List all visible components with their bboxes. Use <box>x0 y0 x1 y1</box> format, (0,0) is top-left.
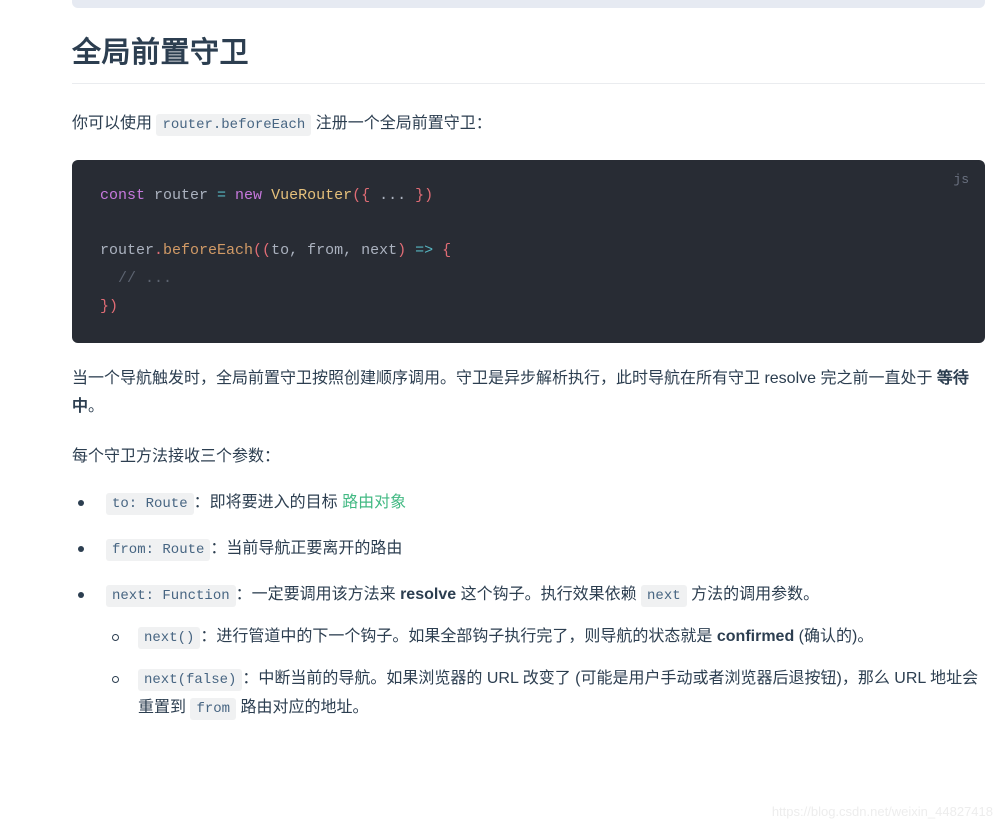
code-token: ({ <box>352 186 380 204</box>
page-title: 全局前置守卫 <box>72 0 985 84</box>
code-token: }) <box>415 186 434 204</box>
code-token: new <box>235 186 272 204</box>
next-function-text-2: 这个钩子。执行效果依赖 <box>456 585 642 603</box>
code-token: . <box>154 242 164 260</box>
intro-text-before: 你可以使用 <box>72 114 153 132</box>
code-token: }) <box>100 297 119 315</box>
inline-code-next-false: next(false) <box>138 669 243 692</box>
next-function-text-3: 方法的调用参数。 <box>686 585 820 603</box>
next-function-text-1: ：一定要调用该方法来 <box>235 585 401 603</box>
next-false-text-2: 路由对应的地址。 <box>236 699 369 717</box>
params-intro-paragraph: 每个守卫方法接收三个参数： <box>72 447 281 465</box>
intro-paragraph: 你可以使用 router.beforeEach 注册一个全局前置守卫： <box>72 110 985 138</box>
next-call-text-1: ：进行管道中的下一个钩子。如果全部钩子执行完了，则导航的状态就是 <box>200 627 717 645</box>
code-token: { <box>442 242 452 260</box>
from-route-text: ：当前导航正要离开的路由 <box>210 539 403 557</box>
sub-list-item-next-false: next(false) ：中断当前的导航。如果浏览器的 URL 改变了 (可能是用… <box>106 665 985 723</box>
code-token: // ... <box>100 270 173 288</box>
sub-list-item-next-call: next() ：进行管道中的下一个钩子。如果全部钩子执行完了，则导航的状态就是 c… <box>106 623 985 652</box>
code-token: router <box>100 242 155 260</box>
next-call-text-2: (确认的)。 <box>794 627 874 645</box>
code-token: => <box>406 242 443 260</box>
code-token: (( <box>253 242 272 260</box>
code-token: ) <box>397 242 407 260</box>
code-token: = <box>217 186 236 204</box>
list-item-from-route: from: Route ：当前导航正要离开的路由 <box>72 535 985 563</box>
code-token: router <box>154 186 218 204</box>
code-token: to, from, next <box>271 242 398 260</box>
code-language-label: js <box>953 171 969 187</box>
list-item-next-function: next: Function ：一定要调用该方法来 resolve 这个钩子。执行… <box>72 581 985 723</box>
next-options-list: next() ：进行管道中的下一个钩子。如果全部钩子执行完了，则导航的状态就是 c… <box>106 623 985 723</box>
inline-code-next-call: next() <box>138 626 201 649</box>
list-item-to-route: to: Route ：即将要进入的目标 路由对象 <box>72 489 985 517</box>
inline-code-to-route: to: Route <box>106 492 194 515</box>
route-object-link[interactable]: 路由对象 <box>342 494 406 511</box>
to-route-text: ：即将要进入的目标 <box>193 493 343 511</box>
inline-code-router-beforeeach: router.beforeEach <box>156 113 312 136</box>
document-page: 全局前置守卫 你可以使用 router.beforeEach 注册一个全局前置守… <box>0 0 1001 723</box>
inline-code-from-route: from: Route <box>106 538 211 561</box>
inline-code-from: from <box>190 698 237 721</box>
description-text-2: 。 <box>88 397 105 415</box>
description-text-1: 当一个导航触发时，全局前置守卫按照创建顺序调用。守卫是异步解析执行，此时导航在所… <box>72 369 937 387</box>
code-block: js const router = new VueRouter({ ... })… <box>72 159 985 343</box>
guard-params-list: to: Route ：即将要进入的目标 路由对象 from: Route ：当前导航… <box>72 489 985 723</box>
next-call-bold-confirmed: confirmed <box>716 627 795 645</box>
code-token: const <box>100 186 155 204</box>
next-function-bold-resolve: resolve <box>400 585 457 603</box>
inline-code-next: next <box>641 584 687 607</box>
code-token: VueRouter <box>271 186 353 204</box>
code-content[interactable]: const router = new VueRouter({ ... }) ro… <box>100 182 961 321</box>
inline-code-next-function: next: Function <box>106 584 236 607</box>
description-paragraph: 当一个导航触发时，全局前置守卫按照创建顺序调用。守卫是异步解析执行，此时导航在所… <box>72 365 985 421</box>
code-token: ... <box>379 186 416 204</box>
intro-text-after: 注册一个全局前置守卫： <box>315 114 492 132</box>
csdn-watermark: https://blog.csdn.net/weixin_44827418 <box>771 804 993 819</box>
content-column: 全局前置守卫 你可以使用 router.beforeEach 注册一个全局前置守… <box>72 0 985 723</box>
code-token: beforeEach <box>163 242 254 260</box>
